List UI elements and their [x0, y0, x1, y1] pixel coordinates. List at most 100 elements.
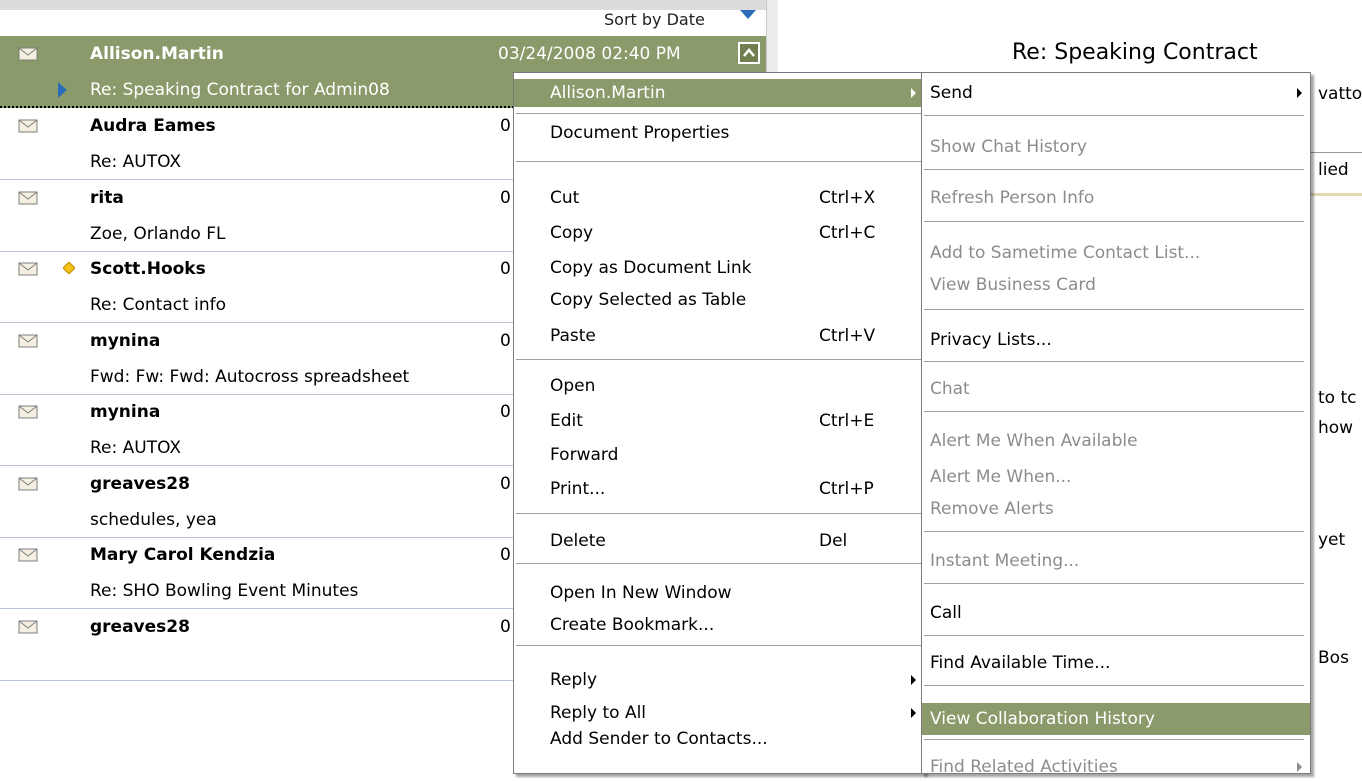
- submenu-item-find-available-time[interactable]: Find Available Time...: [922, 649, 1310, 677]
- message-subject: Re: Contact info: [90, 295, 227, 315]
- menu-separator: [924, 685, 1304, 687]
- submenu-arrow-icon: [911, 88, 916, 98]
- submenu-arrow-icon: [1297, 88, 1302, 98]
- preview-text-fragment: lied: [1318, 160, 1349, 180]
- menu-item-create-bookmark[interactable]: Create Bookmark...: [514, 611, 924, 639]
- menu-item-shortcut: Ctrl+X: [819, 188, 876, 208]
- submenu-item-view-business-card: View Business Card: [922, 271, 1310, 299]
- menu-item-document-properties[interactable]: Document Properties: [514, 119, 924, 147]
- menu-separator: [924, 411, 1304, 413]
- submenu-item-send[interactable]: Send: [922, 79, 1310, 107]
- list-top-bar: [0, 0, 778, 10]
- message-subject: Re: SHO Bowling Event Minutes: [90, 581, 359, 601]
- menu-item-open-in-new-window[interactable]: Open In New Window: [514, 579, 924, 607]
- menu-item-label: Find Related Activities: [930, 757, 1118, 777]
- sender-name: mynina: [90, 330, 161, 351]
- chevron-up-icon: [743, 48, 755, 57]
- menu-item-label: Show Chat History: [930, 137, 1087, 157]
- menu-item-reply[interactable]: Reply: [514, 666, 924, 694]
- selection-arrow-icon: [58, 82, 67, 98]
- menu-separator: [516, 359, 921, 361]
- menu-item-delete[interactable]: Delete Del: [514, 527, 924, 555]
- menu-item-label: Copy as Document Link: [550, 258, 752, 278]
- submenu-arrow-icon: [1297, 762, 1302, 772]
- preview-text-fragment: yet: [1318, 530, 1346, 550]
- submenu-item-add-to-sametime-contact-list: Add to Sametime Contact List...: [922, 239, 1310, 267]
- menu-item-label: View Collaboration History: [930, 709, 1155, 729]
- menu-item-label: Paste: [550, 326, 596, 346]
- menu-item-copy-selected-as-table[interactable]: Copy Selected as Table: [514, 286, 924, 314]
- message-date: 03/24/2008 02:40 PM: [498, 44, 681, 64]
- preview-text-fragment: vatto: [1318, 84, 1362, 104]
- message-subject: schedules, yea: [90, 509, 217, 530]
- menu-item-shortcut: Del: [819, 531, 848, 551]
- menu-item-label: Instant Meeting...: [930, 551, 1080, 571]
- submenu-item-view-collaboration-history[interactable]: View Collaboration History: [922, 703, 1310, 735]
- submenu-item-privacy-lists[interactable]: Privacy Lists...: [922, 326, 1310, 354]
- menu-separator: [516, 113, 921, 115]
- menu-item-label: Copy: [550, 223, 594, 243]
- envelope-icon: [18, 405, 38, 419]
- menu-item-label: Copy Selected as Table: [550, 290, 747, 310]
- envelope-icon: [18, 47, 38, 61]
- menu-item-label: Open: [550, 376, 596, 396]
- sender-name: Mary Carol Kendzia: [90, 545, 276, 565]
- menu-item-add-sender-to-contacts[interactable]: Add Sender to Contacts...: [514, 725, 924, 753]
- message-row-header[interactable]: Allison.Martin 03/24/2008 02:40 PM: [0, 36, 766, 72]
- menu-separator: [924, 221, 1304, 223]
- message-date: 0: [500, 259, 511, 279]
- context-menu: Allison.Martin Document Properties Cut C…: [513, 72, 925, 774]
- sender-name: Audra Eames: [90, 116, 216, 136]
- menu-item-label: Alert Me When...: [930, 467, 1072, 487]
- submenu-item-refresh-person-info: Refresh Person Info: [922, 184, 1310, 212]
- submenu-item-call[interactable]: Call: [922, 599, 1310, 627]
- menu-item-paste[interactable]: Paste Ctrl+V: [514, 322, 924, 350]
- message-date: 0: [500, 402, 511, 422]
- message-date: 0: [500, 330, 511, 351]
- message-subject: Re: AUTOX: [90, 438, 182, 458]
- menu-separator: [924, 583, 1304, 585]
- submenu-item-show-chat-history: Show Chat History: [922, 133, 1310, 161]
- sender-name: greaves28: [90, 473, 190, 494]
- preview-text-fragment: Bos: [1318, 648, 1349, 668]
- menu-separator: [924, 361, 1304, 363]
- menu-item-label: Allison.Martin: [550, 83, 666, 103]
- menu-item-shortcut: Ctrl+E: [819, 411, 875, 431]
- collapse-button[interactable]: [738, 42, 760, 64]
- sort-by-date-label[interactable]: Sort by Date: [604, 10, 705, 29]
- menu-item-label: Create Bookmark...: [550, 615, 715, 635]
- menu-item-edit[interactable]: Edit Ctrl+E: [514, 407, 924, 435]
- menu-item-label: Reply: [550, 670, 598, 690]
- message-date: 0: [500, 187, 511, 208]
- message-subject: Re: Speaking Contract for Admin08: [90, 80, 390, 100]
- submenu-item-alert-me-when-available: Alert Me When Available: [922, 427, 1310, 455]
- message-date: 0: [500, 116, 511, 136]
- menu-item-reply-to-all[interactable]: Reply to All: [514, 699, 924, 727]
- menu-separator: [924, 169, 1304, 171]
- sender-name: rita: [90, 187, 124, 208]
- menu-item-label: Send: [930, 83, 973, 103]
- menu-separator: [924, 739, 1304, 741]
- menu-item-forward[interactable]: Forward: [514, 441, 924, 469]
- menu-item-cut[interactable]: Cut Ctrl+X: [514, 184, 924, 212]
- envelope-icon: [18, 477, 38, 490]
- envelope-icon: [18, 620, 38, 633]
- menu-item-copy[interactable]: Copy Ctrl+C: [514, 219, 924, 247]
- sort-dropdown-icon[interactable]: [740, 10, 756, 19]
- submenu-arrow-icon: [911, 708, 916, 718]
- submenu-arrow-icon: [911, 675, 916, 685]
- menu-item-allison-martin[interactable]: Allison.Martin: [514, 79, 924, 107]
- message-subject: Zoe, Orlando FL: [90, 223, 226, 244]
- menu-item-open[interactable]: Open: [514, 372, 924, 400]
- menu-item-print[interactable]: Print... Ctrl+P: [514, 475, 924, 503]
- menu-separator: [924, 115, 1304, 117]
- message-subject: Re: AUTOX: [90, 152, 182, 172]
- menu-item-label: Reply to All: [550, 703, 647, 723]
- preview-text-fragment: how: [1318, 418, 1354, 438]
- menu-item-copy-as-document-link[interactable]: Copy as Document Link: [514, 254, 924, 282]
- menu-item-label: Edit: [550, 411, 583, 431]
- message-date: 0: [500, 473, 511, 494]
- menu-item-label: Refresh Person Info: [930, 188, 1095, 208]
- menu-item-label: Chat: [930, 379, 970, 399]
- preview-text-fragment: to tc: [1318, 388, 1357, 408]
